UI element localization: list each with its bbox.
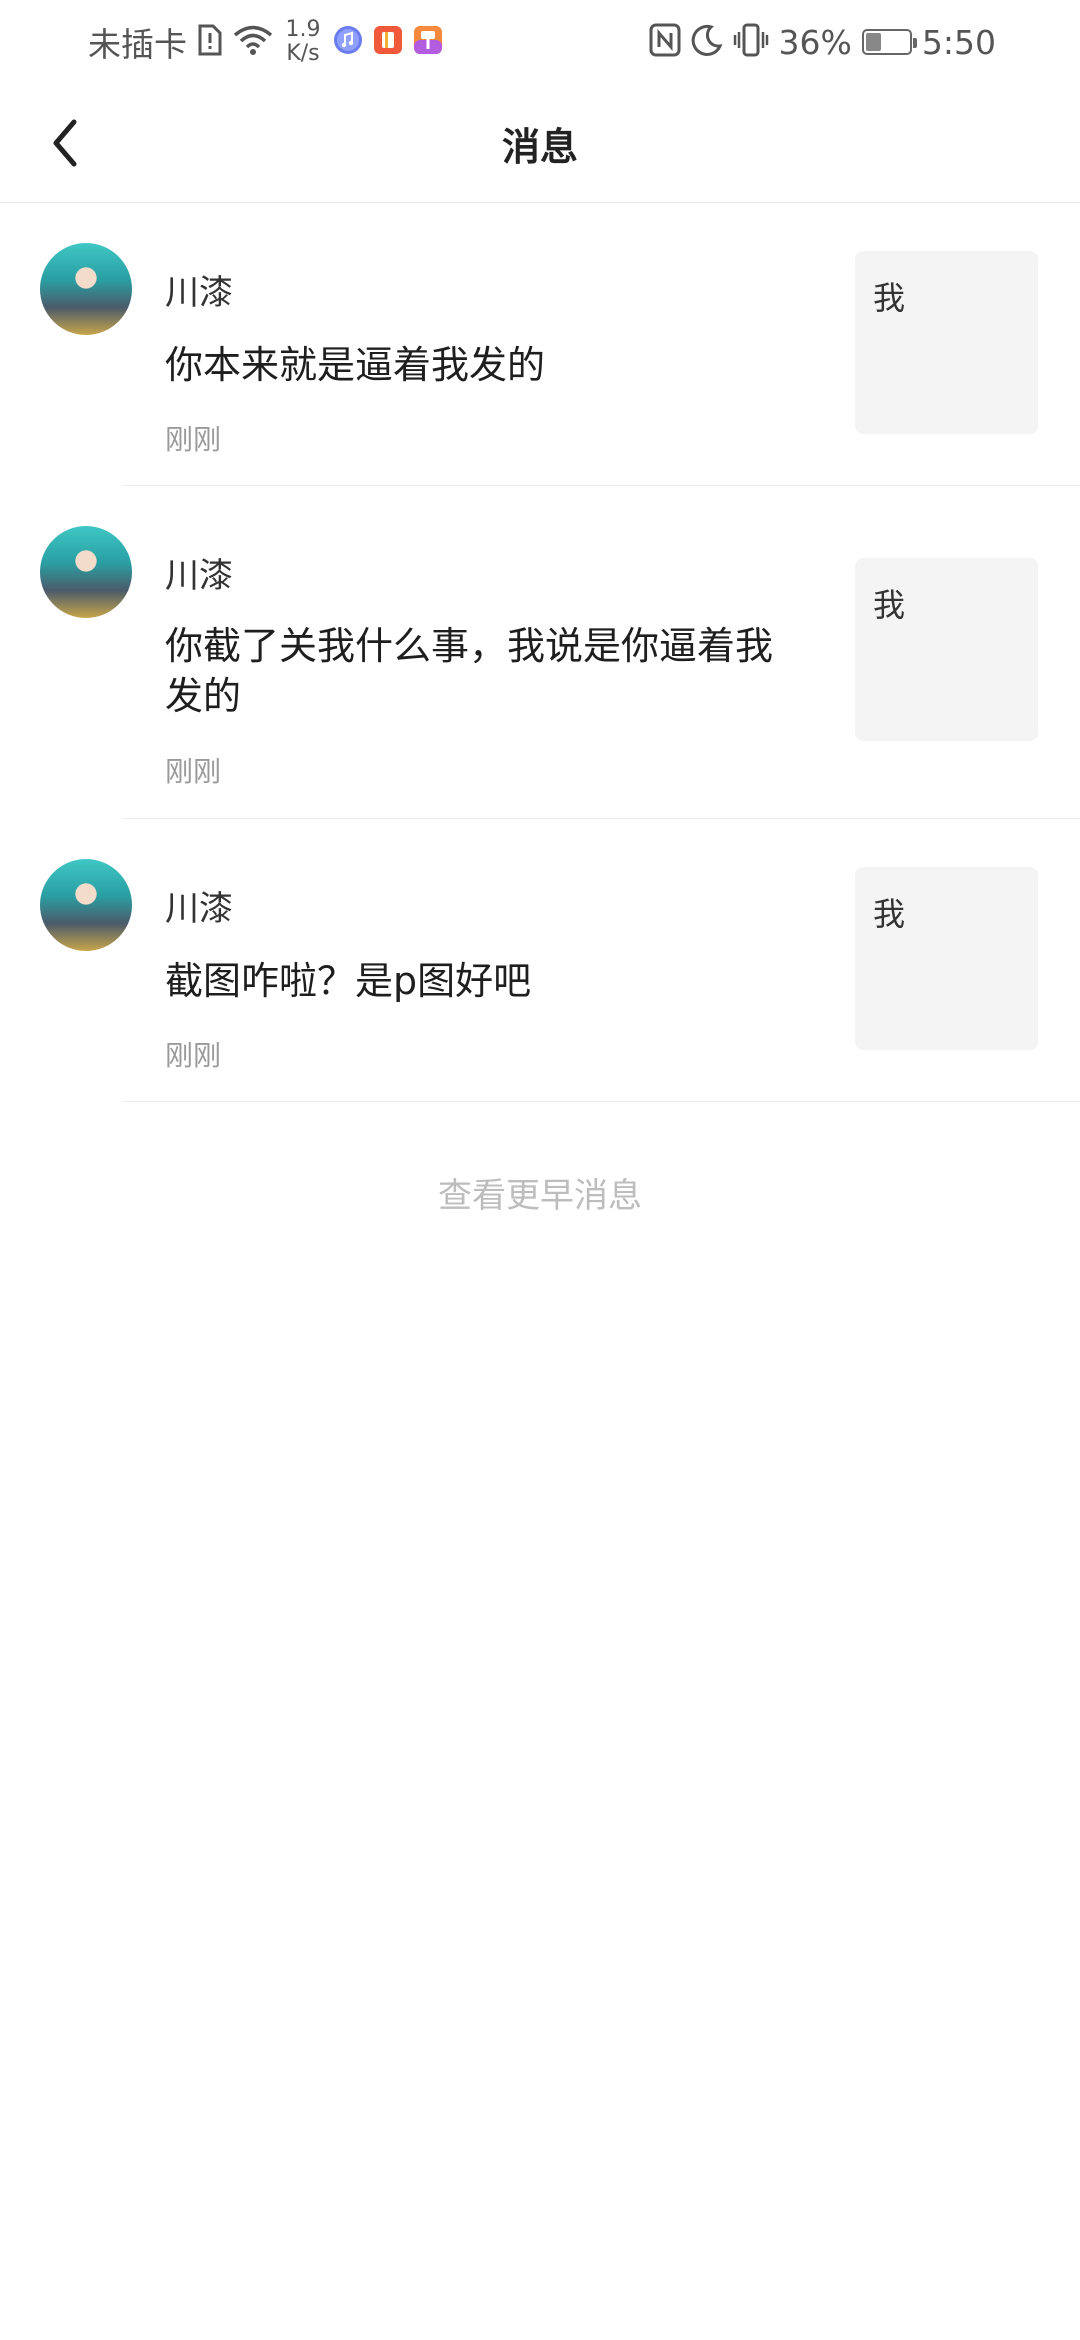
network-speed: 1.9 K/s [283,18,323,66]
page-title: 消息 [501,125,578,169]
view-earlier-messages-link[interactable]: 查看更早消息 [0,1168,1080,1217]
message-list: 川漆 你本来就是逼着我发的 刚刚 我 川漆 你截了关我什么事，我说是你逼着我发的… [0,203,1080,1102]
do-not-disturb-moon-icon [691,24,723,60]
message-text: 截图咋啦？是p图好吧 [165,959,532,1003]
vibrate-icon [733,23,769,61]
message-item[interactable]: 川漆 你截了关我什么事，我说是你逼着我发的 刚刚 我 [0,486,1080,819]
message-item[interactable]: 川漆 你本来就是逼着我发的 刚刚 我 [0,203,1080,486]
sender-name: 川漆 [165,889,233,929]
thumbnail-text: 我 [873,586,906,624]
avatar[interactable] [40,243,132,335]
speed-unit: K/s [286,41,320,66]
sim-alert-icon [197,23,223,61]
thumbnail-text: 我 [873,279,906,317]
status-bar: 未插卡 1.9 K/s 36% 5:50 [0,0,1080,84]
message-time: 刚刚 [165,755,222,788]
message-item[interactable]: 川漆 截图咋啦？是p图好吧 刚刚 我 [0,819,1080,1102]
nfc-icon [649,23,681,61]
paint-app-icon [413,25,443,59]
sender-name: 川漆 [165,273,233,313]
message-time: 刚刚 [165,423,222,456]
message-text: 你本来就是逼着我发的 [165,343,546,387]
battery-icon [861,29,917,55]
battery-percent-label: 36% [778,22,852,62]
status-left: 未插卡 1.9 K/s [88,12,443,72]
thumbnail-text: 我 [873,895,906,933]
wifi-icon [233,24,273,60]
post-thumbnail[interactable]: 我 [855,867,1038,1050]
sender-name: 川漆 [165,556,233,596]
clock: 5:50 [921,22,996,62]
status-right: 36% 5:50 [649,12,996,72]
battery-level [865,33,881,51]
message-time: 刚刚 [165,1039,222,1072]
carrier-label: 未插卡 [88,25,187,64]
avatar[interactable] [40,526,132,618]
music-app-icon [333,25,363,59]
divider [122,1101,1080,1102]
speed-value: 1.9 [285,17,321,42]
book-app-icon [373,25,403,59]
top-bar: 消息 [0,84,1080,203]
post-thumbnail[interactable]: 我 [855,558,1038,741]
post-thumbnail[interactable]: 我 [855,251,1038,434]
message-text: 你截了关我什么事，我说是你逼着我发的 [165,624,774,718]
avatar[interactable] [40,859,132,951]
